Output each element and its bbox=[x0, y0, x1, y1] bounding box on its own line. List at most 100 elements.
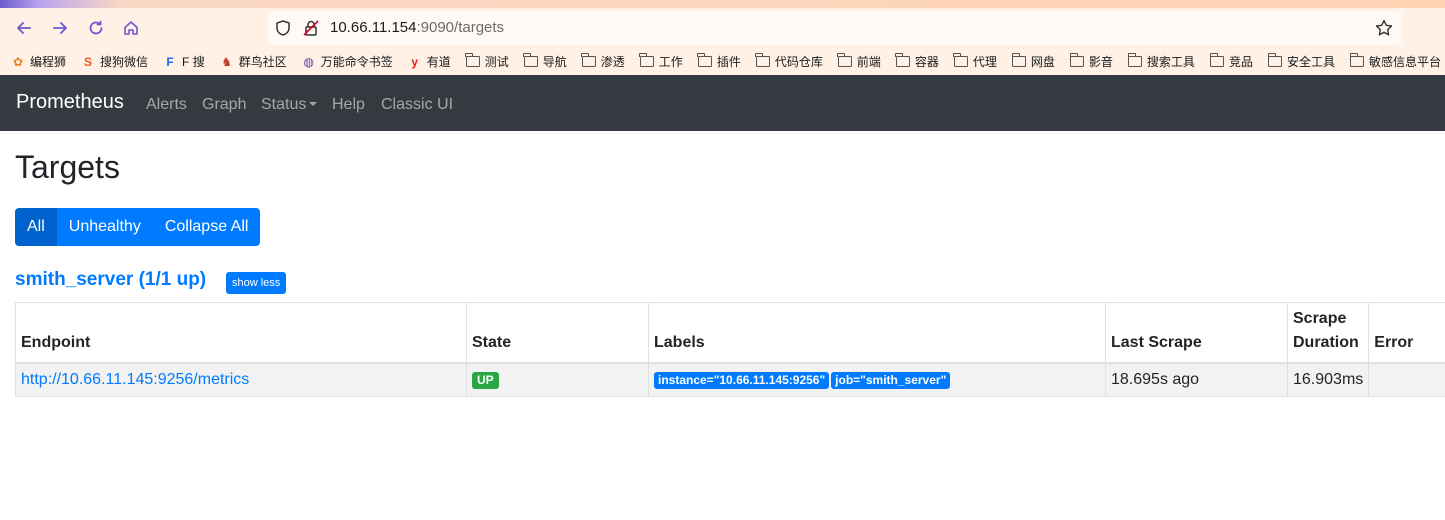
forward-button[interactable] bbox=[42, 12, 78, 44]
col-scrape-duration-line1: Scrape bbox=[1293, 309, 1347, 327]
col-error: Error bbox=[1368, 302, 1445, 364]
bookmark-label: 前端 bbox=[856, 55, 881, 69]
bookmark-label: 代理 bbox=[972, 55, 997, 69]
bookmark-item[interactable]: 影音 bbox=[1069, 52, 1113, 72]
job-title-link[interactable]: smith_server (1/1 up) bbox=[15, 269, 206, 291]
nav-help[interactable]: Help bbox=[332, 96, 365, 114]
filter-button-group: All Unhealthy Collapse All bbox=[15, 208, 261, 246]
nav-alerts[interactable]: Alerts bbox=[146, 96, 187, 114]
youdao-icon: y bbox=[411, 54, 419, 69]
folder-icon bbox=[697, 53, 713, 69]
window-top-strip bbox=[0, 0, 1445, 8]
targets-table: Endpoint State Labels Last Scrape Scrape… bbox=[15, 302, 1445, 397]
bookmark-label: 有道 bbox=[426, 55, 451, 69]
nav-status-dropdown[interactable]: Status bbox=[261, 96, 318, 114]
url-host: 10.66.11.154 bbox=[330, 19, 417, 36]
cell-state: UP bbox=[466, 362, 649, 397]
bookmark-item[interactable]: 容器 bbox=[895, 52, 939, 72]
cell-scrape-duration: 16.903ms bbox=[1286, 362, 1370, 397]
bookmark-label: 渗透 bbox=[600, 55, 625, 69]
bookmark-item[interactable]: 竞品 bbox=[1209, 52, 1253, 72]
caret-down-icon bbox=[309, 102, 318, 106]
cell-last-scrape: 18.695s ago bbox=[1105, 362, 1288, 397]
label-badge-job: job="smith_server" bbox=[831, 371, 951, 389]
bookmark-label: 万能命令书签 bbox=[320, 55, 393, 69]
bookmark-star-icon[interactable] bbox=[1374, 18, 1394, 38]
bookmark-label: 群鸟社区 bbox=[238, 55, 287, 69]
bookmark-item[interactable]: ◍ 万能命令书签 bbox=[301, 52, 393, 72]
lion-icon: ✿ bbox=[12, 54, 24, 69]
browser-toolbar: 10.66.11.154:9090/targets bbox=[0, 8, 1445, 48]
bookmark-label: 工作 bbox=[658, 55, 683, 69]
filter-unhealthy-button[interactable]: Unhealthy bbox=[56, 208, 153, 246]
bookmark-item[interactable]: 代码仓库 bbox=[755, 52, 823, 72]
bookmark-item[interactable]: 前端 bbox=[837, 52, 881, 72]
folder-icon bbox=[523, 53, 539, 69]
bookmark-label: 搜狗微信 bbox=[100, 55, 149, 69]
home-button[interactable] bbox=[113, 12, 149, 44]
show-less-button[interactable]: show less bbox=[226, 272, 287, 294]
reload-button[interactable] bbox=[78, 12, 114, 44]
bookmark-item[interactable]: 安全工具 bbox=[1267, 52, 1335, 72]
bookmark-label: 敏感信息平台 bbox=[1368, 55, 1441, 69]
globe-icon: ◍ bbox=[303, 54, 314, 69]
bookmark-item[interactable]: ♞ 群鸟社区 bbox=[219, 52, 287, 72]
bookmark-item[interactable]: S 搜狗微信 bbox=[80, 52, 148, 72]
bookmark-label: 编程狮 bbox=[30, 55, 67, 69]
bookmark-item[interactable]: 搜索工具 bbox=[1127, 52, 1195, 72]
bookmark-label: 安全工具 bbox=[1286, 55, 1335, 69]
folder-icon bbox=[1127, 53, 1143, 69]
bookmark-item[interactable]: 敏感信息平台 bbox=[1349, 52, 1441, 72]
shield-icon[interactable] bbox=[274, 19, 292, 37]
collapse-all-button[interactable]: Collapse All bbox=[152, 208, 261, 246]
bookmark-item[interactable]: ✿ 编程狮 bbox=[10, 52, 66, 72]
bookmark-label: 导航 bbox=[542, 55, 567, 69]
folder-icon bbox=[837, 53, 853, 69]
col-scrape-duration-line2: Duration bbox=[1293, 333, 1359, 351]
bookmark-label: 代码仓库 bbox=[774, 55, 823, 69]
bookmark-item[interactable]: 网盘 bbox=[1011, 52, 1055, 72]
address-bar[interactable]: 10.66.11.154:9090/targets bbox=[268, 11, 1402, 45]
bookmark-label: F 搜 bbox=[182, 55, 205, 69]
folder-icon bbox=[465, 53, 481, 69]
bookmark-item[interactable]: 测试 bbox=[465, 52, 509, 72]
prometheus-navbar: Prometheus Alerts Graph Status Help Clas… bbox=[0, 75, 1445, 131]
bookmarks-toolbar: ✿ 编程狮 S 搜狗微信 F F 搜 ♞ 群鸟社区 ◍ 万能命令书签 y 有道 测试 导航 渗透 工作 插件 代码… bbox=[0, 48, 1445, 75]
bookmark-item[interactable]: 代理 bbox=[953, 52, 997, 72]
bookmark-item[interactable]: 导航 bbox=[523, 52, 567, 72]
folder-icon bbox=[1011, 53, 1027, 69]
col-endpoint: Endpoint bbox=[15, 302, 467, 364]
folder-icon bbox=[895, 53, 911, 69]
cell-endpoint: http://10.66.11.145:9256/metrics bbox=[15, 362, 467, 397]
nav-classic-ui[interactable]: Classic UI bbox=[381, 96, 453, 114]
bookmark-label: 容器 bbox=[914, 55, 939, 69]
folder-icon bbox=[581, 53, 597, 69]
url-path: :9090/targets bbox=[416, 19, 505, 36]
cell-labels: instance="10.66.11.145:9256" job="smith_s… bbox=[648, 362, 1106, 397]
bookmark-label: 插件 bbox=[716, 55, 741, 69]
label-badge-instance: instance="10.66.11.145:9256" bbox=[654, 371, 830, 389]
bookmark-item[interactable]: FF 搜 bbox=[162, 52, 205, 72]
folder-icon bbox=[639, 53, 655, 69]
folder-icon bbox=[1267, 53, 1283, 69]
home-icon bbox=[124, 21, 138, 35]
col-scrape-duration: Scrape Duration bbox=[1286, 302, 1370, 364]
back-button[interactable] bbox=[6, 12, 42, 44]
nav-graph[interactable]: Graph bbox=[202, 96, 246, 114]
filter-all-button[interactable]: All bbox=[15, 208, 57, 246]
bookmark-item[interactable]: y 有道 bbox=[407, 52, 451, 72]
insecure-lock-icon[interactable] bbox=[302, 19, 320, 37]
bookmark-item[interactable]: 渗透 bbox=[581, 52, 625, 72]
table-header-row: Endpoint State Labels Last Scrape Scrape… bbox=[15, 302, 1445, 364]
state-badge: UP bbox=[472, 371, 499, 389]
col-labels: Labels bbox=[648, 302, 1106, 364]
page-title: Targets bbox=[15, 149, 120, 185]
bookmark-item[interactable]: 工作 bbox=[639, 52, 683, 72]
arrow-left-icon bbox=[17, 22, 31, 34]
brand-logo[interactable]: Prometheus bbox=[16, 91, 124, 114]
url-text[interactable]: 10.66.11.154:9090/targets bbox=[330, 19, 504, 36]
endpoint-link[interactable]: http://10.66.11.145:9256/metrics bbox=[21, 371, 249, 388]
bookmark-item[interactable]: 插件 bbox=[697, 52, 741, 72]
bookmark-label: 测试 bbox=[484, 55, 509, 69]
folder-icon bbox=[1209, 53, 1225, 69]
